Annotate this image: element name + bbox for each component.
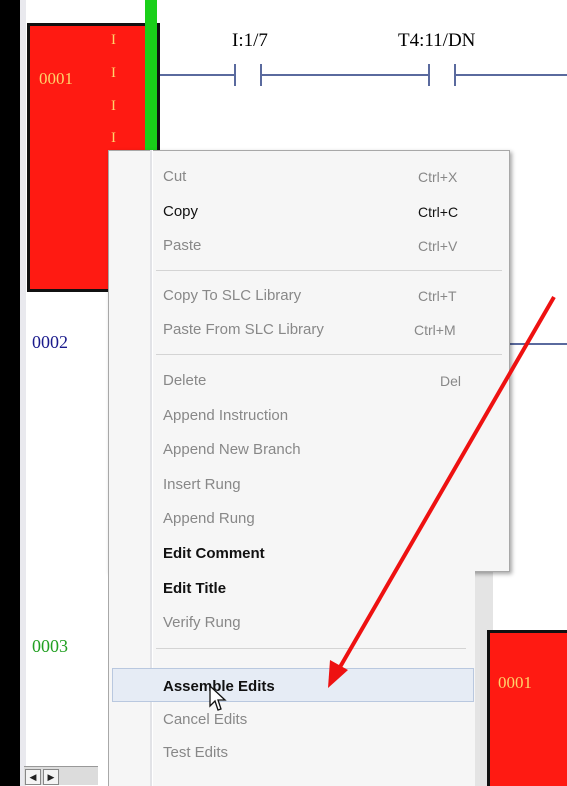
screenshot-stage: 0001 I I I I I:1/7 T4:11/DN 0002 0003 00… <box>0 0 567 786</box>
annotation-arrow-icon <box>328 295 556 688</box>
